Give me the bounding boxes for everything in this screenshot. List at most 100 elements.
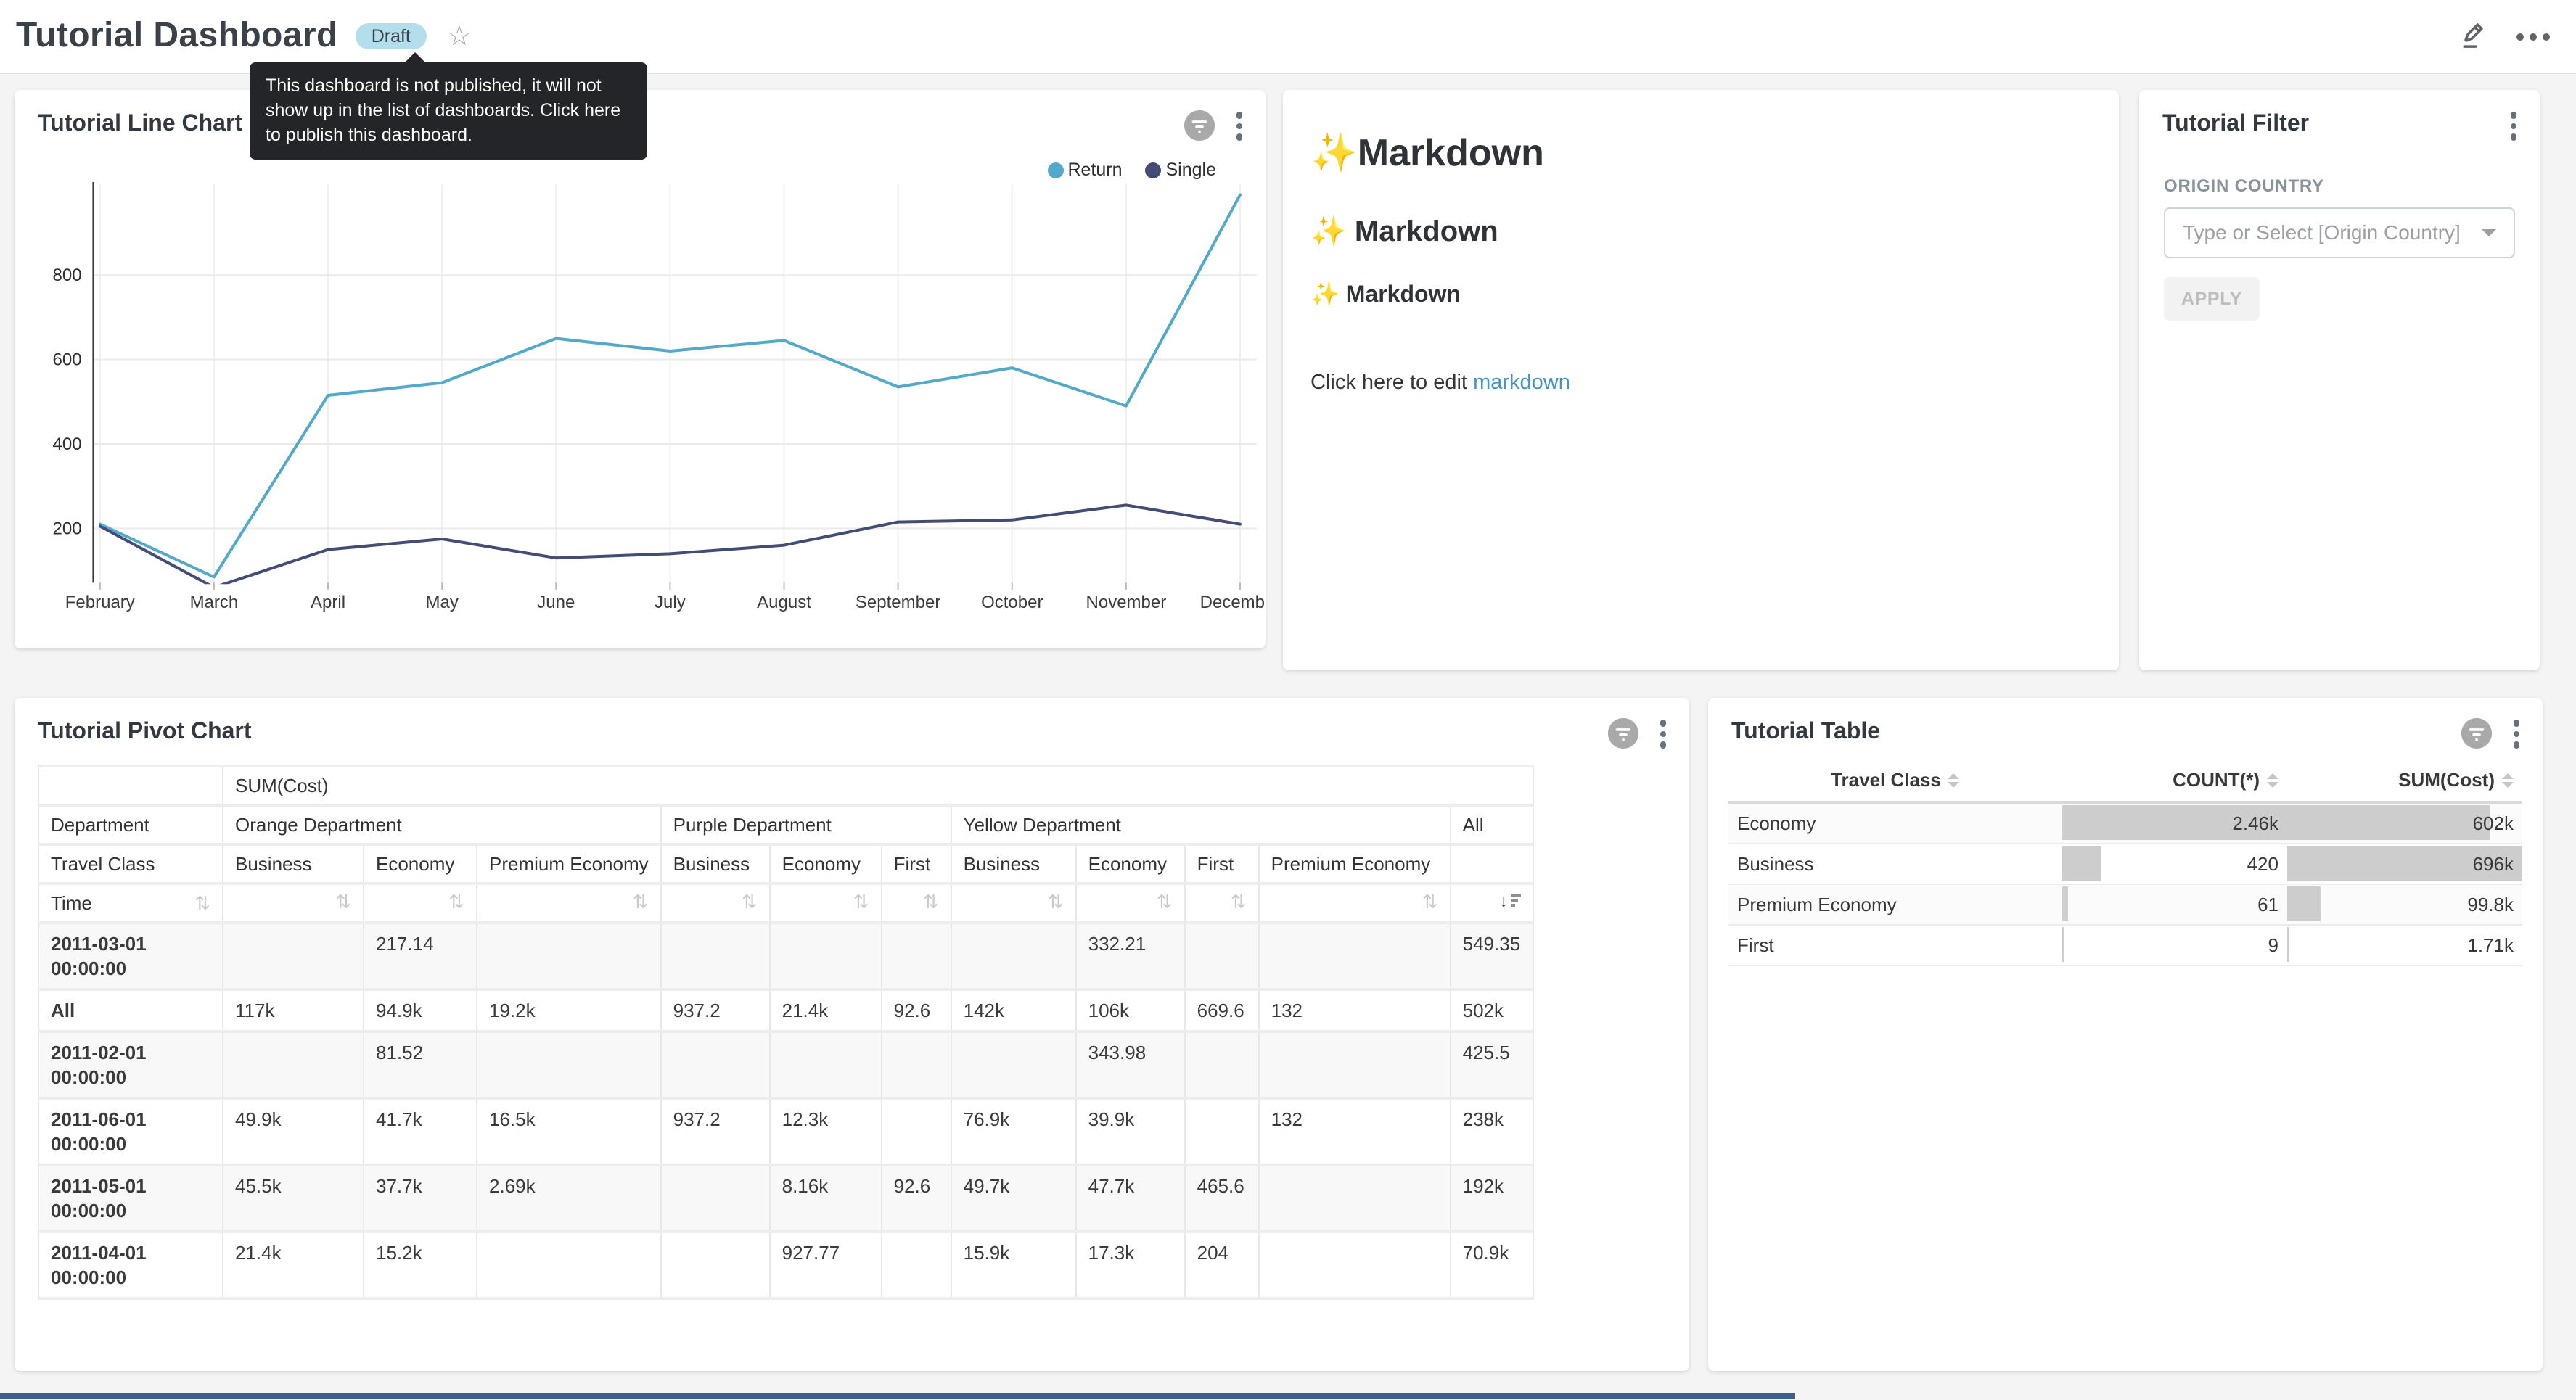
kebab-menu-icon[interactable] [1233,109,1245,143]
filter-kebab-menu-icon[interactable] [2507,109,2519,143]
table-row[interactable]: Premium Economy6199.8k [1728,884,2522,924]
pivot-cell [661,1164,770,1231]
pivot-col-header: Business [223,844,364,883]
legend-item-single[interactable]: Single [1146,160,1217,180]
pivot-corner-cell [38,765,223,804]
pivot-travel-class-label: Travel Class [38,844,223,883]
dashboard-page: Tutorial Dashboard Draft ☆ This dashboar… [0,0,2576,1400]
pivot-cell: 2.69k [477,1164,661,1231]
pivot-cell: 8.16k [770,1164,882,1231]
markdown-paragraph-text: Click here to edit [1310,371,1473,395]
pivot-cell [1259,922,1451,989]
filter-card-title: Tutorial Filter [2162,109,2309,141]
pivot-metric-header: SUM(Cost) [223,765,1533,804]
pivot-row-label: 2011-02-01 00:00:00 [38,1031,223,1098]
table-card: Tutorial Table Travel Class [1708,698,2543,1371]
table-header-row: Travel Class COUNT(*) SUM(Cost) [1728,759,2522,802]
cell-bar [2062,886,2068,921]
pivot-cell [223,1031,364,1098]
pivot-cell [661,1031,770,1098]
draft-status-badge[interactable]: Draft [356,23,427,50]
sort-icon[interactable]: ⇅ [194,893,210,912]
pivot-table: SUM(Cost)DepartmentOrange DepartmentPurp… [15,751,1689,1299]
page-title: Tutorial Dashboard [16,16,338,57]
col-header-travel-class[interactable]: Travel Class [1728,759,2062,802]
x-axis-label: December [1200,593,1266,612]
y-axis-label: 600 [53,350,82,370]
origin-country-label: ORIGIN COUNTRY [2164,175,2515,195]
table-card-header: Tutorial Table [1708,698,2543,751]
pivot-group-header: Purple Department [661,804,951,844]
table-row[interactable]: Economy2.46k602k [1728,802,2522,843]
pivot-cell [951,922,1076,989]
table-cell-travel-class: First [1728,924,2062,965]
pivot-cell [1185,1031,1259,1098]
pivot-cell [661,1231,770,1298]
sort-icon[interactable]: ⇅ [448,892,464,910]
y-axis-label: 200 [53,519,82,538]
sort-icon[interactable]: ⇅ [923,892,939,910]
markdown-edit-link[interactable]: markdown [1473,371,1570,395]
sort-icon[interactable]: ⇅ [1422,892,1438,910]
pivot-sort-cell: ↓ [1451,883,1533,922]
pivot-cell: 92.6 [882,989,951,1031]
pivot-sort-cell: ⇅ [364,883,477,922]
pivot-chart-card: Tutorial Pivot Chart SUM(Cost)Department… [15,698,1689,1371]
sort-icon[interactable]: ⇅ [335,892,351,910]
favorite-star-icon[interactable]: ☆ [447,22,472,50]
sort-icon[interactable]: ⇅ [853,892,869,910]
pivot-cell: 16.5k [477,1098,661,1164]
more-menu-icon[interactable] [2516,33,2550,40]
pivot-sort-cell: ⇅ [1076,883,1185,922]
markdown-h1: ✨Markdown [1310,131,2090,176]
x-axis-label: August [757,593,811,612]
col-header-count[interactable]: COUNT(*) [2062,759,2287,802]
sort-icon[interactable]: ⇅ [633,892,649,910]
pivot-cell: 37.7k [364,1164,477,1231]
cross-filter-icon[interactable] [1182,110,1215,143]
col-header-sum-cost[interactable]: SUM(Cost) [2287,759,2522,802]
pivot-col-header: Business [951,844,1076,883]
kebab-menu-icon[interactable] [1657,717,1669,751]
pivot-cell: 132 [1259,1098,1451,1164]
pivot-col-header: First [882,844,951,883]
table-cell-sum: 696k [2287,843,2522,884]
sort-icon[interactable]: ↓ [1499,892,1520,909]
table-cell-travel-class: Economy [1728,802,2062,843]
pivot-cell: 465.6 [1185,1164,1259,1231]
pivot-cell: 21.4k [223,1231,364,1298]
table-cell-count: 9 [2062,924,2287,965]
origin-country-select[interactable]: Type or Select [Origin Country] [2164,207,2515,258]
sort-icon[interactable]: ⇅ [1231,892,1247,910]
sort-icon[interactable]: ⇅ [1157,892,1173,910]
pivot-sort-cell: ⇅ [882,883,951,922]
return-legend-dot [1047,162,1063,178]
sort-icon[interactable]: ⇅ [1048,892,1064,910]
x-axis-label: June [537,593,575,612]
sort-icon[interactable] [2267,773,2278,788]
pivot-group-header: Orange Department [223,804,661,844]
line-chart-card: Tutorial Line Chart Return [15,90,1266,648]
apply-button[interactable]: APPLY [2164,276,2260,320]
edit-dashboard-icon[interactable] [2458,22,2487,51]
pivot-card-header: Tutorial Pivot Chart [15,698,1689,751]
pivot-cell [223,922,364,989]
markdown-h2: ✨ Markdown [1310,213,2090,250]
pivot-sort-cell: ⇅ [1259,883,1451,922]
cross-filter-icon[interactable] [2459,717,2493,751]
sort-icon[interactable] [1948,773,1960,788]
sort-icon[interactable] [2502,773,2514,788]
pivot-col-header [1451,844,1533,883]
filter-card-header: Tutorial Filter [2139,90,2540,143]
y-axis-label: 800 [53,265,82,285]
kebab-menu-icon[interactable] [2510,717,2522,751]
legend-item-return[interactable]: Return [1047,160,1122,180]
table-cell-travel-class: Premium Economy [1728,884,2062,924]
pivot-cell [477,1031,661,1098]
pivot-cell: 106k [1076,989,1185,1031]
pivot-sort-cell: ⇅ [1185,883,1259,922]
sort-icon[interactable]: ⇅ [742,892,758,910]
table-row[interactable]: Business420696k [1728,843,2522,884]
cross-filter-icon[interactable] [1606,717,1639,751]
table-row[interactable]: First91.71k [1728,924,2522,965]
